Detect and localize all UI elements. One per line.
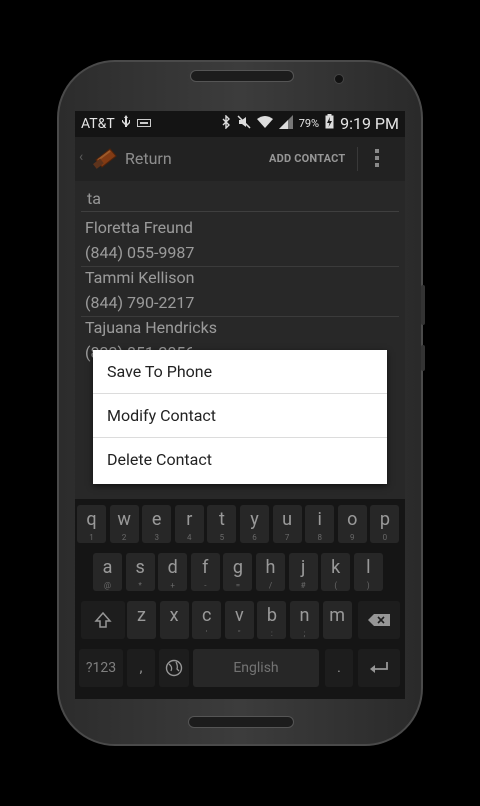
- context-menu: Save To Phone Modify Contact Delete Cont…: [93, 350, 387, 484]
- clock: 9:19 PM: [340, 114, 399, 133]
- power-button[interactable]: [421, 345, 425, 371]
- battery-percent: 79%: [298, 117, 320, 130]
- carrier-label: AT&T: [81, 116, 115, 132]
- front-camera: [334, 74, 344, 84]
- status-bar: AT&T 79% 9:19 PM: [75, 111, 405, 137]
- signal-icon: [278, 114, 293, 133]
- wifi-icon: [256, 115, 273, 133]
- mute-icon: [237, 114, 251, 133]
- usb-icon: [121, 115, 131, 133]
- delete-contact-item[interactable]: Delete Contact: [93, 438, 387, 482]
- bluetooth-icon: [222, 113, 231, 133]
- volume-button[interactable]: [421, 285, 425, 325]
- keyboard-notification-icon: [136, 117, 151, 132]
- screen: AT&T 79% 9:19 PM ‹ Return ADD CONTACT ta…: [75, 111, 405, 699]
- earpiece-speaker: [190, 70, 294, 82]
- modify-contact-item[interactable]: Modify Contact: [93, 394, 387, 438]
- battery-charging-icon: [325, 114, 334, 133]
- bottom-speaker: [188, 716, 294, 728]
- save-to-phone-item[interactable]: Save To Phone: [93, 350, 387, 394]
